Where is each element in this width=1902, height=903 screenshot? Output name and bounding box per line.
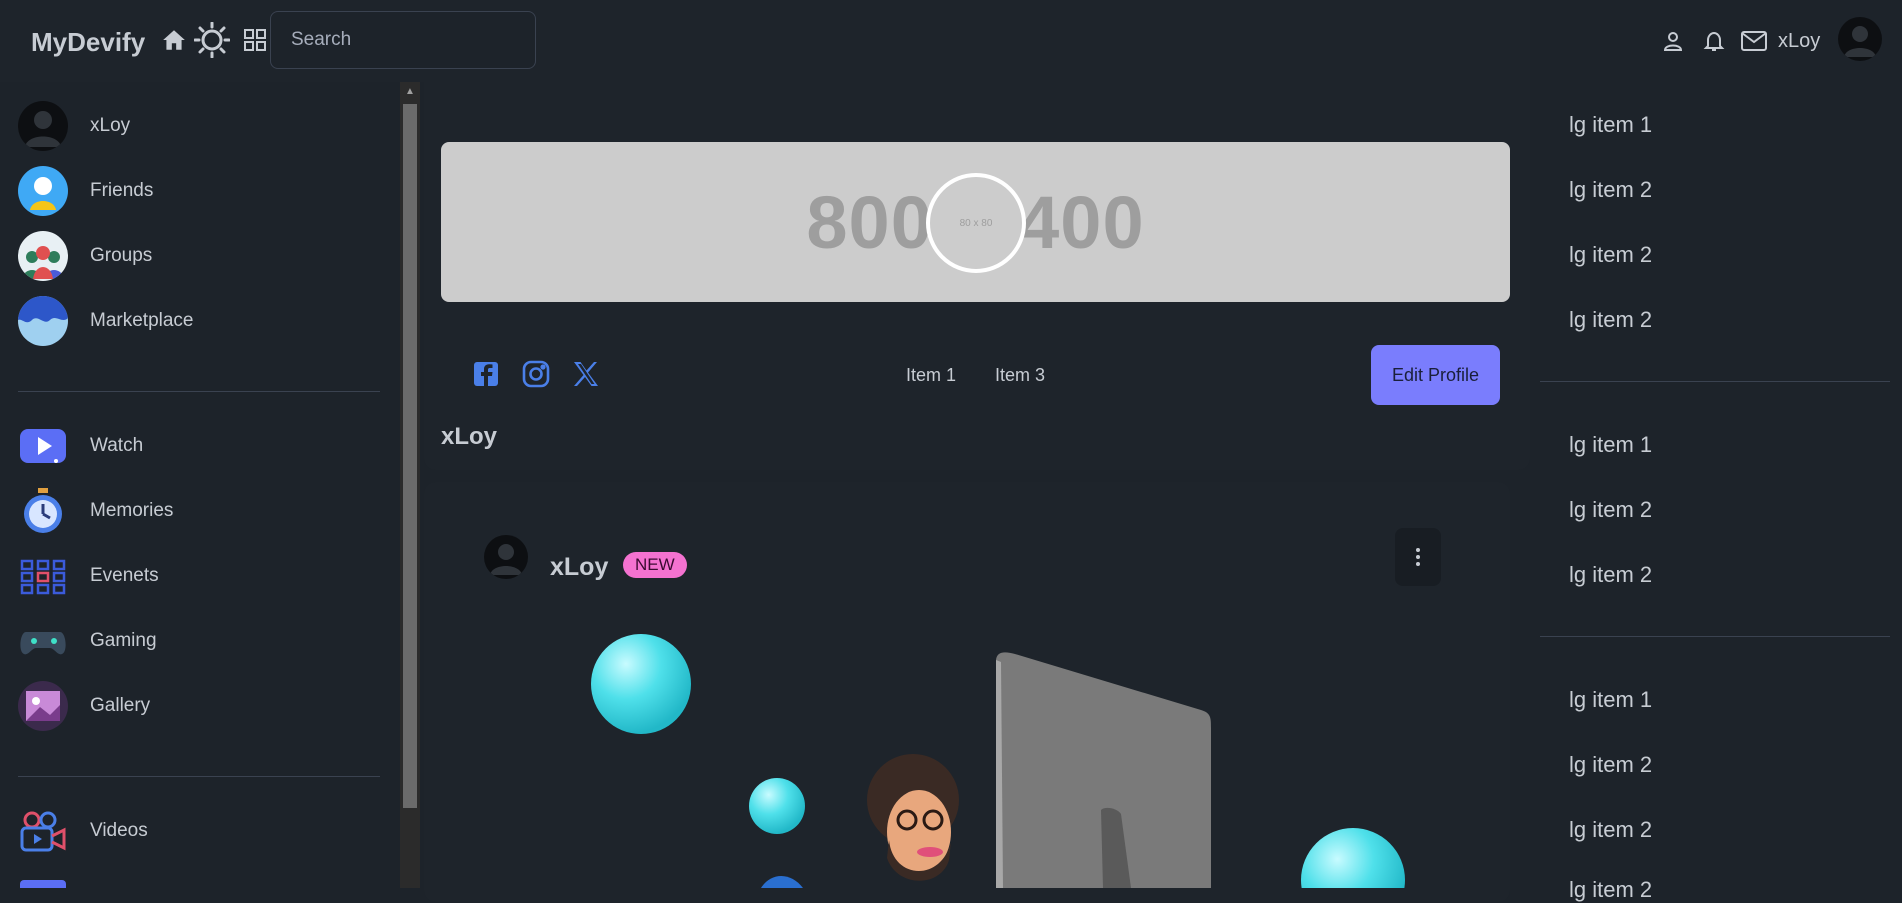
sidebar-item-label: Videos xyxy=(90,820,148,841)
brand-logo[interactable]: MyDevify xyxy=(31,27,145,58)
sidebar-item-label: Gaming xyxy=(90,630,157,651)
gaming-icon xyxy=(18,616,68,666)
x-twitter-icon[interactable] xyxy=(570,358,602,390)
sidebar-item-groups[interactable]: Groups xyxy=(18,230,378,282)
mail-icon[interactable] xyxy=(1740,29,1768,53)
list-item[interactable]: lg item 1 xyxy=(1569,112,1652,138)
sidebar-next-item-peek xyxy=(20,880,66,888)
scroll-up-arrow-icon[interactable]: ▲ xyxy=(400,82,420,102)
facebook-icon[interactable] xyxy=(470,358,502,390)
sidebar-item-label: Memories xyxy=(90,500,174,521)
scrollbar-thumb[interactable] xyxy=(403,104,417,808)
more-options-button[interactable] xyxy=(1395,528,1441,586)
list-item[interactable]: lg item 2 xyxy=(1569,562,1652,588)
post-author-name[interactable]: xLoy xyxy=(550,553,608,582)
list-item[interactable]: lg item 2 xyxy=(1569,307,1652,333)
status-badge: NEW xyxy=(623,552,687,578)
theme-sun-icon[interactable] xyxy=(194,22,230,58)
tab-item-1[interactable]: Item 1 xyxy=(906,365,956,386)
sidebar-divider xyxy=(18,391,380,392)
sidebar-item-label: xLoy xyxy=(90,115,131,136)
navbar-username[interactable]: xLoy xyxy=(1778,30,1820,53)
sidebar-item-gallery[interactable]: Gallery xyxy=(18,680,378,732)
sidebar-item-label: Gallery xyxy=(90,695,151,716)
user-avatar-icon xyxy=(18,101,68,151)
post-avatar[interactable] xyxy=(484,535,528,579)
watch-icon xyxy=(18,421,68,471)
list-item[interactable]: lg item 2 xyxy=(1569,242,1652,268)
instagram-icon[interactable] xyxy=(520,358,552,390)
apps-grid-icon[interactable] xyxy=(243,28,267,52)
friends-icon xyxy=(18,166,68,216)
avatar-placeholder-text: 80 x 80 xyxy=(959,217,993,229)
marketplace-icon xyxy=(18,296,68,346)
home-icon[interactable] xyxy=(160,26,188,54)
user-icon[interactable] xyxy=(1661,29,1685,53)
sidebar-item-friends[interactable]: Friends xyxy=(18,165,378,217)
sidebar-item-events[interactable]: Evenets xyxy=(18,550,378,602)
videos-icon xyxy=(18,806,68,856)
list-item[interactable]: lg item 2 xyxy=(1569,177,1652,203)
tab-item-3[interactable]: Item 3 xyxy=(995,365,1045,386)
kebab-menu-icon xyxy=(1416,548,1420,566)
profile-avatar[interactable]: 80 x 80 xyxy=(926,173,1026,273)
sidebar-item-videos[interactable]: Videos xyxy=(18,805,378,857)
sidebar-item-label: Watch xyxy=(90,435,144,456)
groups-icon xyxy=(18,231,68,281)
sidebar-item-label: Marketplace xyxy=(90,310,194,331)
sidebar-divider xyxy=(18,776,380,777)
sidebar-item-label: Groups xyxy=(90,245,153,266)
list-item[interactable]: lg item 2 xyxy=(1569,817,1652,843)
sidebar-item-watch[interactable]: Watch xyxy=(18,420,378,472)
edit-profile-button[interactable]: Edit Profile xyxy=(1371,345,1500,405)
avatar[interactable] xyxy=(1838,17,1882,61)
sidebar-item-profile[interactable]: xLoy xyxy=(18,100,378,152)
sidebar-item-memories[interactable]: Memories xyxy=(18,485,378,537)
list-item[interactable]: lg item 2 xyxy=(1569,497,1652,523)
list-item[interactable]: lg item 2 xyxy=(1569,752,1652,778)
events-icon xyxy=(18,551,68,601)
list-item[interactable]: lg item 2 xyxy=(1569,877,1652,903)
list-item[interactable]: lg item 1 xyxy=(1569,432,1652,458)
sidebar-item-label: Friends xyxy=(90,180,154,201)
bell-icon[interactable] xyxy=(1702,29,1726,53)
profile-name: xLoy xyxy=(441,423,498,450)
post-image xyxy=(441,610,1510,888)
sidebar-item-label: Evenets xyxy=(90,565,159,586)
memories-icon xyxy=(18,486,68,536)
list-divider xyxy=(1540,636,1890,637)
gallery-icon xyxy=(18,681,68,731)
sidebar-item-gaming[interactable]: Gaming xyxy=(18,615,378,667)
list-item[interactable]: lg item 1 xyxy=(1569,687,1652,713)
search-input[interactable] xyxy=(270,11,536,69)
sidebar-item-marketplace[interactable]: Marketplace xyxy=(18,295,378,347)
list-divider xyxy=(1540,381,1890,382)
